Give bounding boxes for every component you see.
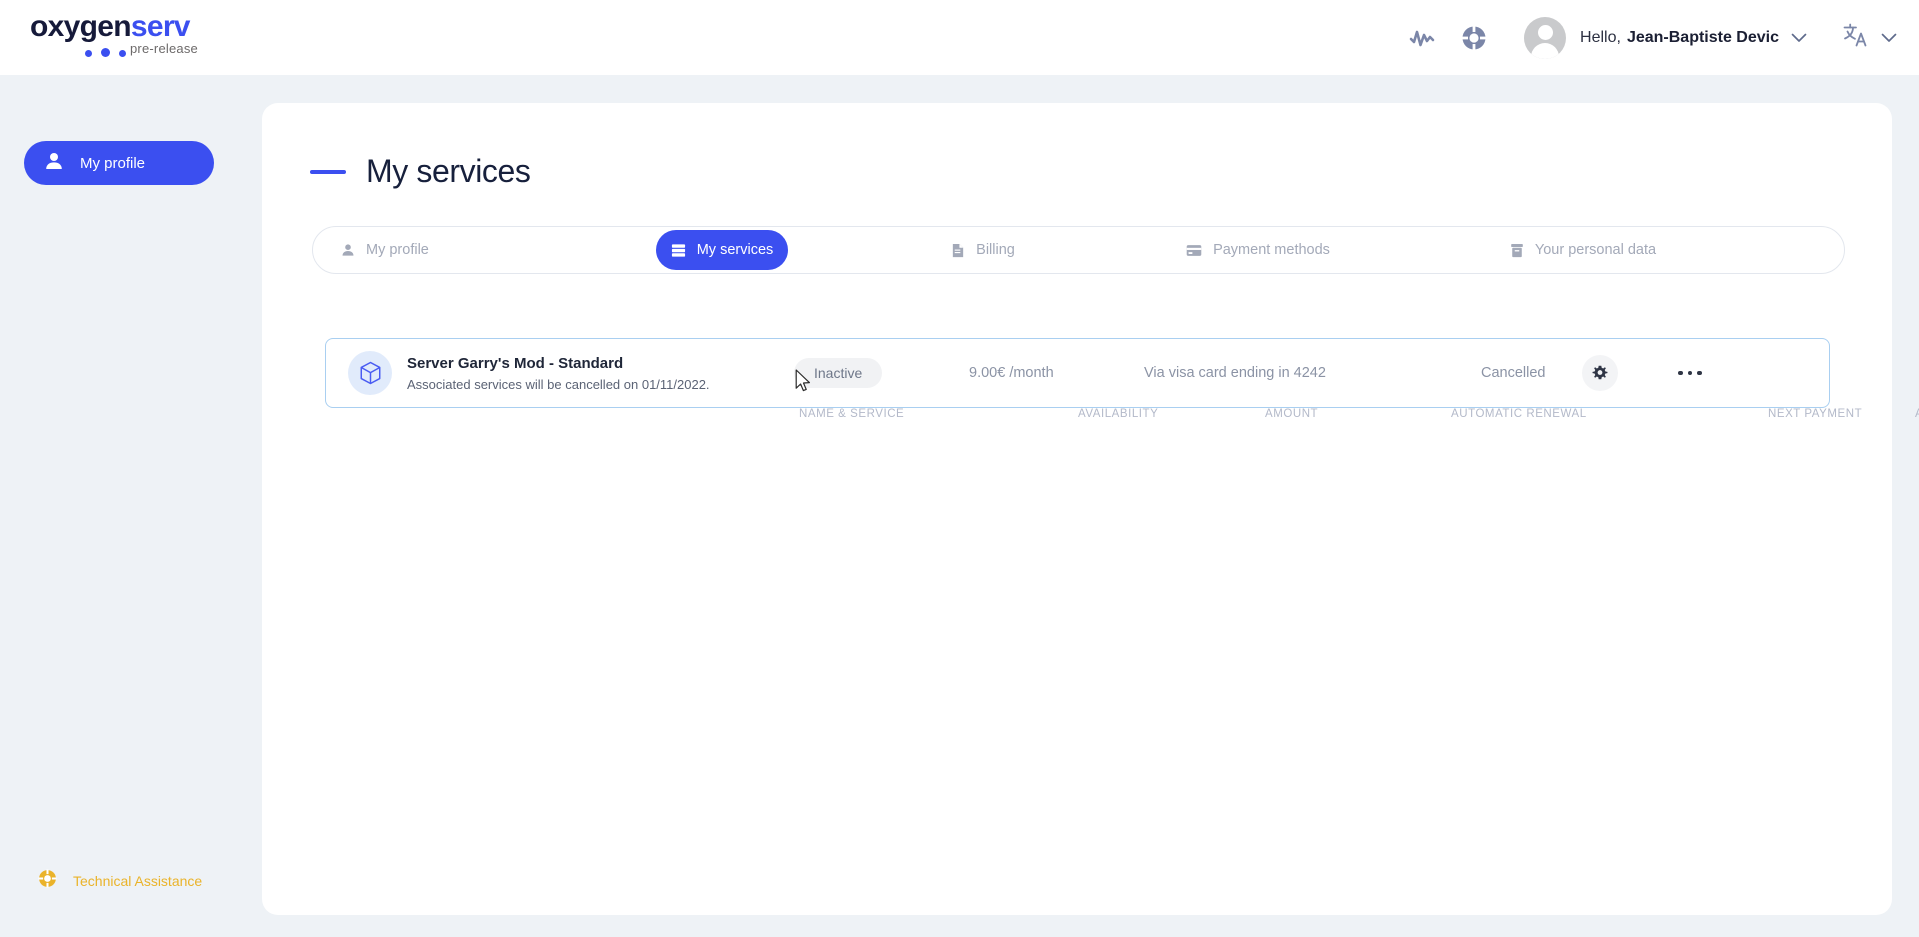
tab-your-personal-data[interactable]: Your personal data (1468, 230, 1698, 270)
credit-card-icon (1186, 244, 1202, 257)
brand-name-part1: oxygen (30, 10, 132, 43)
lifebuoy-icon (38, 869, 57, 893)
cube-icon (348, 351, 392, 395)
archive-box-icon (1510, 243, 1524, 258)
chevron-down-icon (1881, 33, 1897, 43)
column-header-amount: AMOUNT (1265, 408, 1319, 420)
title-dash (310, 169, 346, 174)
server-list-icon (671, 243, 686, 258)
language-selector[interactable] (1843, 23, 1897, 52)
brand-tagline: pre-release (130, 41, 198, 56)
service-name: Server Garry's Mod - Standard (407, 355, 624, 372)
service-subtitle: Associated services will be cancelled on… (407, 377, 710, 392)
brand-logo[interactable]: oxygenserv pre-release (30, 12, 230, 64)
greeting-label: Hello, (1580, 28, 1621, 46)
service-automatic-renewal: Via visa card ending in 4242 (1144, 365, 1326, 381)
sidebar: My profile Technical Assistance (0, 75, 262, 937)
gear-icon[interactable] (1582, 355, 1618, 391)
tab-label: Payment methods (1213, 242, 1330, 258)
service-next-payment: Cancelled (1481, 365, 1546, 381)
translate-icon (1843, 23, 1869, 52)
lifebuoy-icon[interactable] (1448, 12, 1500, 64)
column-header-automatic-renewal: AUTOMATIC RENEWAL (1451, 408, 1587, 420)
tab-my-profile[interactable]: My profile (313, 230, 613, 270)
tab-bar: My profile My services Billing Payment m… (312, 226, 1845, 274)
table-row[interactable]: Server Garry's Mod - Standard Associated… (325, 338, 1830, 408)
tab-label: Your personal data (1534, 242, 1657, 258)
tab-label: My profile (366, 242, 429, 258)
tab-label: Billing (976, 242, 1015, 258)
brand-logo-text: oxygenserv (30, 12, 230, 42)
column-header-availability: AVAILABILITY (1078, 408, 1159, 420)
page-title-row: My services (310, 153, 531, 190)
document-icon (951, 243, 965, 258)
activity-pulse-icon[interactable] (1396, 12, 1448, 64)
page-title: My services (366, 153, 531, 189)
chevron-down-icon (1791, 33, 1807, 43)
avatar (1524, 16, 1567, 59)
column-header-name-service: NAME & SERVICE (799, 408, 905, 420)
user-name-label: Jean-Baptiste Devic (1626, 28, 1779, 46)
user-menu[interactable]: Hello, Jean-Baptiste Devic (1524, 16, 1807, 59)
ellipsis-icon[interactable] (1671, 358, 1709, 388)
tab-payment-methods[interactable]: Payment methods (1153, 230, 1363, 270)
service-amount: 9.00€ /month (969, 365, 1054, 381)
app-header: oxygenserv pre-release Hello, Jean-Bapti… (0, 0, 1919, 75)
column-header-next-payment: NEXT PAYMENT (1768, 408, 1863, 420)
header-actions: Hello, Jean-Baptiste Devic (1396, 0, 1897, 75)
brand-name-part2: serv (130, 10, 191, 43)
user-icon (44, 151, 64, 176)
column-header-access: ACCESS (1915, 408, 1919, 420)
main-card: My services My profile My services Billi… (262, 103, 1919, 915)
sidebar-item-my-profile[interactable]: My profile (24, 141, 214, 185)
technical-assistance-link[interactable]: Technical Assistance (38, 869, 202, 893)
sidebar-item-label: My profile (80, 154, 146, 172)
tab-my-services[interactable]: My services (656, 230, 788, 270)
technical-assistance-label: Technical Assistance (73, 873, 203, 889)
tab-label: My services (696, 242, 774, 258)
status-badge[interactable]: Inactive (794, 358, 883, 388)
tab-billing[interactable]: Billing (903, 230, 1063, 270)
user-icon (341, 243, 355, 257)
table-header: NAME & SERVICE AVAILABILITY AMOUNT AUTOM… (312, 408, 1919, 440)
